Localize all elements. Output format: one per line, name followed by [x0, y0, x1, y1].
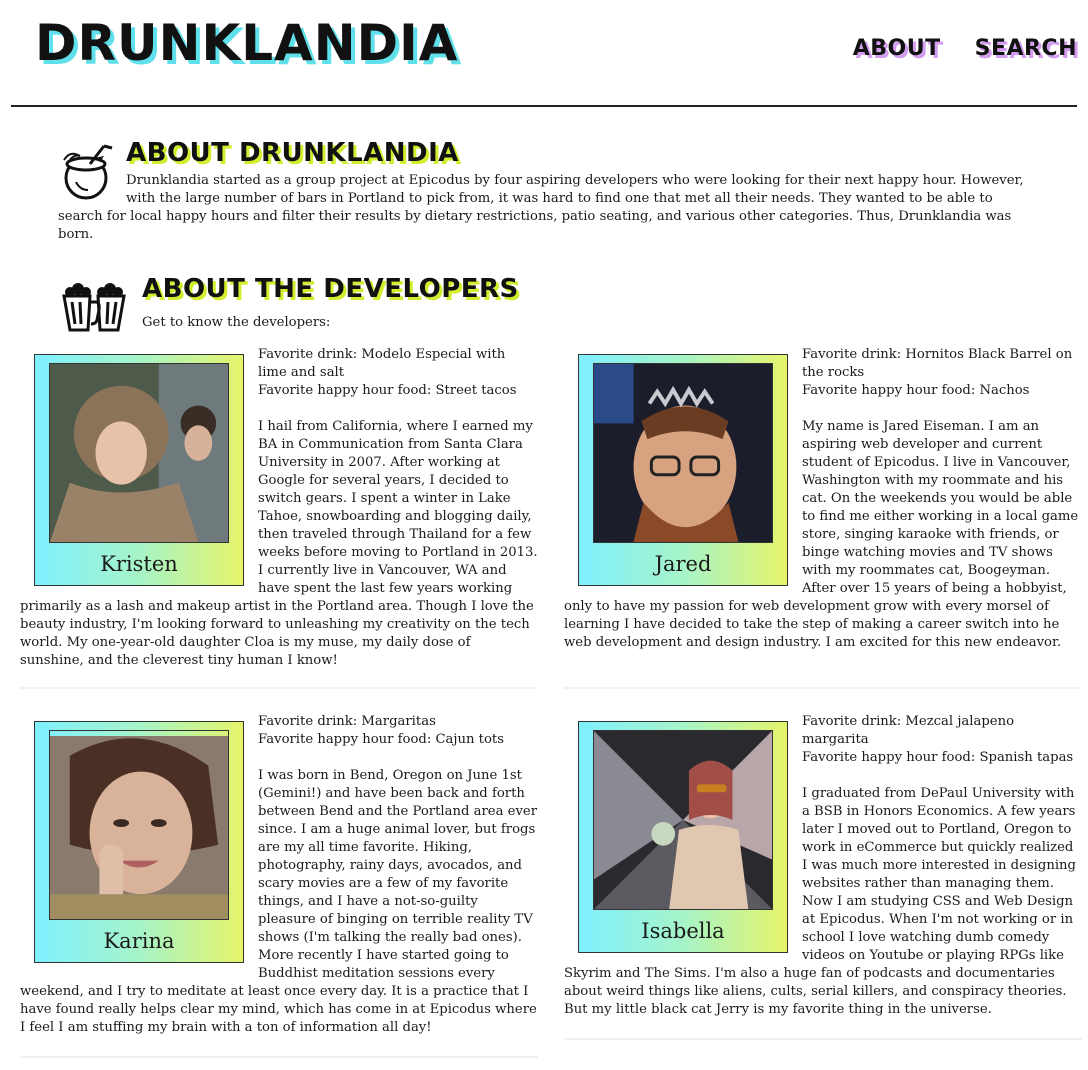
developer-name: Isabella — [641, 919, 725, 943]
photo-frame: Jared — [578, 354, 788, 586]
beer-mugs-icon — [62, 283, 126, 332]
about-section: ABOUT DRUNKLANDIA Drunklandia started as… — [58, 140, 1028, 244]
developer-card: Kristen Favorite drink: Modelo Especial … — [20, 346, 538, 689]
developer-card: Jared Favorite drink: Hornitos Black Bar… — [564, 346, 1082, 689]
photo-frame: Karina — [34, 721, 244, 963]
photo-frame: Isabella — [578, 721, 788, 953]
developers-title: ABOUT THE DEVELOPERS — [142, 274, 519, 304]
developer-photo — [49, 730, 229, 920]
developer-photo — [593, 363, 773, 543]
developer-card: Isabella Favorite drink: Mezcal jalapeno… — [564, 713, 1082, 1040]
site-logo[interactable]: DRUNKLANDIA — [35, 18, 458, 68]
nav-search-link[interactable]: SEARCH — [975, 36, 1077, 61]
developers-header: ABOUT THE DEVELOPERS Get to know the dev… — [58, 272, 658, 336]
developer-card: Karina Favorite drink: Margaritas Favori… — [20, 713, 538, 1058]
developer-name: Jared — [654, 552, 712, 576]
nav-about-link[interactable]: ABOUT — [853, 36, 941, 61]
developers-subtitle: Get to know the developers: — [142, 315, 331, 330]
site-header: DRUNKLANDIA ABOUT SEARCH — [11, 0, 1077, 107]
photo-frame: Kristen — [34, 354, 244, 586]
about-text: Drunklandia started as a group project a… — [58, 173, 1024, 242]
coconut-drink-icon — [63, 144, 113, 200]
developer-photo — [593, 730, 773, 910]
developer-name: Karina — [103, 929, 175, 953]
about-title: ABOUT DRUNKLANDIA — [126, 138, 459, 168]
main-nav: ABOUT SEARCH — [853, 36, 1077, 61]
developer-name: Kristen — [100, 552, 178, 576]
developer-photo — [49, 363, 229, 543]
